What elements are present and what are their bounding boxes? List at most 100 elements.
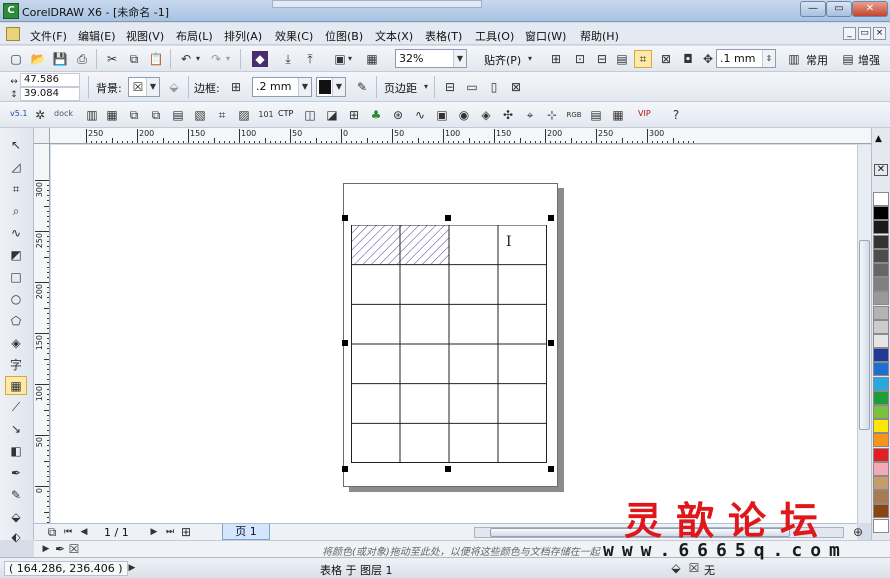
selection-handle-bottom-left[interactable] — [342, 466, 348, 472]
export-icon[interactable]: ⤒ — [302, 51, 318, 67]
view-icon[interactable]: ◘ — [680, 51, 696, 67]
barcode-icon[interactable]: ▥ — [84, 107, 100, 123]
selection-handle-middle-left[interactable] — [342, 340, 348, 346]
color-swatch[interactable] — [873, 362, 889, 377]
menu-window[interactable]: 窗口(W) — [525, 28, 566, 44]
welcome-screen-icon[interactable]: ▦ — [364, 51, 380, 67]
color-swatch[interactable] — [873, 405, 889, 419]
workspace-common[interactable]: 常用 — [806, 52, 828, 68]
split-vertical-icon[interactable]: ▯ — [486, 79, 502, 95]
background-dropdown-icon[interactable]: ▼ — [146, 78, 159, 96]
outline-tool-icon[interactable]: ✎ — [5, 486, 27, 505]
connector-tool-icon[interactable]: ↘ — [5, 420, 27, 439]
number-plugin-icon[interactable]: 101 — [258, 107, 274, 123]
vertical-ruler[interactable]: 300 250 200 150 100 50 0 — [34, 144, 50, 524]
vertical-scrollbar[interactable] — [857, 145, 871, 523]
doc-minimize-button[interactable]: _ — [843, 27, 856, 40]
doc-close-button[interactable]: × — [873, 27, 886, 40]
guidelines-icon[interactable]: ⊟ — [594, 51, 610, 67]
maximize-button[interactable]: ▭ — [826, 1, 852, 17]
menu-effects[interactable]: 效果(C) — [275, 28, 313, 44]
smart-fill-tool-icon[interactable]: ◩ — [5, 246, 27, 265]
selection-handle-top-right[interactable] — [548, 215, 554, 221]
background-color-picker[interactable]: ☒ ▼ — [128, 77, 160, 97]
enhance-icon[interactable]: ▤ — [840, 51, 856, 67]
outline-none-icon[interactable]: ☒ — [686, 560, 702, 576]
unmerge-cells-icon[interactable]: ⊠ — [508, 79, 524, 95]
print-icon[interactable]: ⎙ — [74, 51, 90, 67]
color-swatch[interactable] — [873, 461, 889, 476]
plugin-j-icon[interactable]: ✣ — [500, 107, 516, 123]
color-swatch[interactable] — [873, 376, 889, 391]
plugin-tool-icon[interactable]: ✲ — [32, 107, 48, 123]
dynamic-guides-icon[interactable]: ⊞ — [548, 51, 564, 67]
help-icon[interactable]: ? — [668, 107, 684, 123]
snap-to-menu[interactable]: 贴齐(P) — [484, 52, 521, 68]
status-arrow-icon[interactable]: ▶ — [124, 560, 140, 576]
next-page-icon[interactable]: ▶ — [146, 524, 162, 540]
color-swatch[interactable] — [873, 433, 889, 448]
pick-tool-icon[interactable]: ↖ — [5, 136, 27, 155]
interactive-fill-tool-icon[interactable]: ⬖ — [5, 528, 27, 547]
menu-edit[interactable]: 编辑(E) — [78, 28, 116, 44]
plugin-m-icon[interactable]: ▤ — [588, 107, 604, 123]
border-width-combo[interactable]: .2 mm ▼ — [252, 77, 312, 97]
page-margin-dropdown-icon[interactable]: ▾ — [422, 79, 430, 95]
plugin-c-icon[interactable]: ⊞ — [346, 107, 362, 123]
grid-icon[interactable]: ⊡ — [572, 51, 588, 67]
full-screen-icon[interactable]: ▤ — [614, 51, 630, 67]
nudge-spinner-icon[interactable]: ⇕ — [762, 50, 775, 67]
interactive-blend-tool-icon[interactable]: ◧ — [5, 442, 27, 461]
pick-view-icon[interactable]: ⌗ — [634, 50, 652, 68]
outline-pen-icon[interactable]: ✎ — [354, 79, 370, 95]
crop-plugin-icon[interactable]: ⌗ — [214, 107, 230, 123]
zoom-level-combo[interactable]: 32% ▼ — [395, 49, 467, 68]
doc-restore-button[interactable]: ▭ — [858, 27, 871, 40]
vertical-scroll-thumb[interactable] — [859, 240, 870, 430]
plugin-a-icon[interactable]: ◫ — [302, 107, 318, 123]
minimize-button[interactable]: — — [800, 1, 826, 17]
color-swatch[interactable] — [873, 390, 889, 405]
nudge-distance-field[interactable]: .1 mm ⇕ — [716, 49, 776, 68]
shape-tool-icon[interactable]: ◿ — [5, 158, 27, 177]
rgb-cmyk-icon[interactable]: RGB — [566, 107, 582, 123]
selection-handle-top-left[interactable] — [342, 215, 348, 221]
add-page-icon[interactable]: ⊞ — [178, 524, 194, 540]
doc-plugin-icon[interactable]: ▤ — [170, 107, 186, 123]
border-color-dropdown-icon[interactable]: ▼ — [332, 78, 345, 96]
freehand-tool-icon[interactable]: ∿ — [5, 224, 27, 243]
edit-fill-icon[interactable]: ⬙ — [166, 79, 182, 95]
rectangle-tool-icon[interactable]: □ — [5, 268, 27, 287]
color-swatch[interactable] — [873, 206, 889, 221]
plugin-e-icon[interactable]: ⊛ — [390, 107, 406, 123]
selection-handle-bottom-right[interactable] — [548, 466, 554, 472]
table-object[interactable] — [351, 225, 547, 463]
color-swatch[interactable] — [873, 490, 889, 505]
table-cell-selected[interactable] — [351, 225, 400, 265]
ruler-origin[interactable] — [34, 128, 50, 144]
color-swatch[interactable] — [873, 419, 889, 434]
color-swatch[interactable] — [873, 476, 889, 490]
menu-file[interactable]: 文件(F) — [30, 28, 67, 44]
width-field[interactable]: 47.586 mm — [20, 73, 80, 97]
last-page-icon[interactable]: ⏭ — [162, 524, 178, 540]
dock-label[interactable]: dock — [54, 109, 73, 118]
split-horizontal-icon[interactable]: ▭ — [464, 79, 480, 95]
menu-help[interactable]: 帮助(H) — [580, 28, 619, 44]
launcher-icon[interactable]: ▥ — [786, 51, 802, 67]
fill-status-icon[interactable]: ⬙ — [668, 560, 684, 576]
redo-dropdown-icon[interactable]: ▾ — [224, 51, 232, 67]
basic-shapes-tool-icon[interactable]: ◈ — [5, 334, 27, 353]
plugin-h-icon[interactable]: ◉ — [456, 107, 472, 123]
dimension-tool-icon[interactable]: ⟋ — [5, 398, 27, 417]
new-document-icon[interactable]: ▢ — [8, 51, 24, 67]
color-swatch[interactable] — [873, 518, 889, 533]
color-swatch[interactable] — [873, 305, 889, 320]
snap-dropdown-icon[interactable]: ▾ — [526, 51, 534, 67]
undo-dropdown-icon[interactable]: ▾ — [194, 51, 202, 67]
color-swatch[interactable] — [873, 447, 889, 462]
menu-bitmaps[interactable]: 位图(B) — [325, 28, 363, 44]
plugin-d-icon[interactable]: ♣ — [368, 107, 384, 123]
horizontal-ruler[interactable]: 250 200 150 100 50 0 50 100 150 200 250 300 — [34, 128, 872, 144]
zoom-tool-icon[interactable]: ⌕ — [5, 202, 27, 221]
